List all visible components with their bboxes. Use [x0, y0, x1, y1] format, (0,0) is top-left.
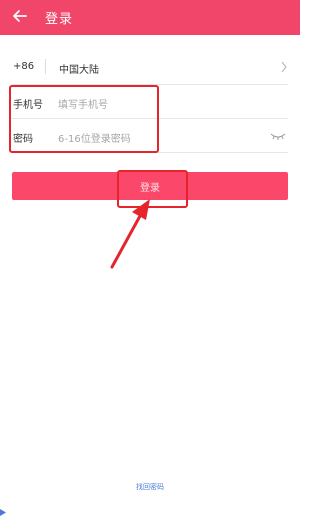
arrow-left-icon[interactable]	[11, 7, 29, 25]
forgot-password-link[interactable]: 找回密码	[0, 482, 300, 492]
country-name: 中国大陆	[59, 65, 99, 76]
annotation-box-fields	[9, 85, 159, 153]
country-selector[interactable]: +86 中国大陆	[0, 49, 300, 85]
page-title: 登录	[45, 12, 74, 27]
edge-tab-icon	[0, 509, 6, 516]
annotation-arrow-icon	[110, 199, 150, 269]
divider	[45, 59, 46, 74]
app-header: 登录	[0, 0, 300, 35]
chevron-right-icon	[281, 61, 287, 73]
country-code: +86	[13, 61, 35, 72]
eye-closed-icon[interactable]	[270, 132, 286, 140]
